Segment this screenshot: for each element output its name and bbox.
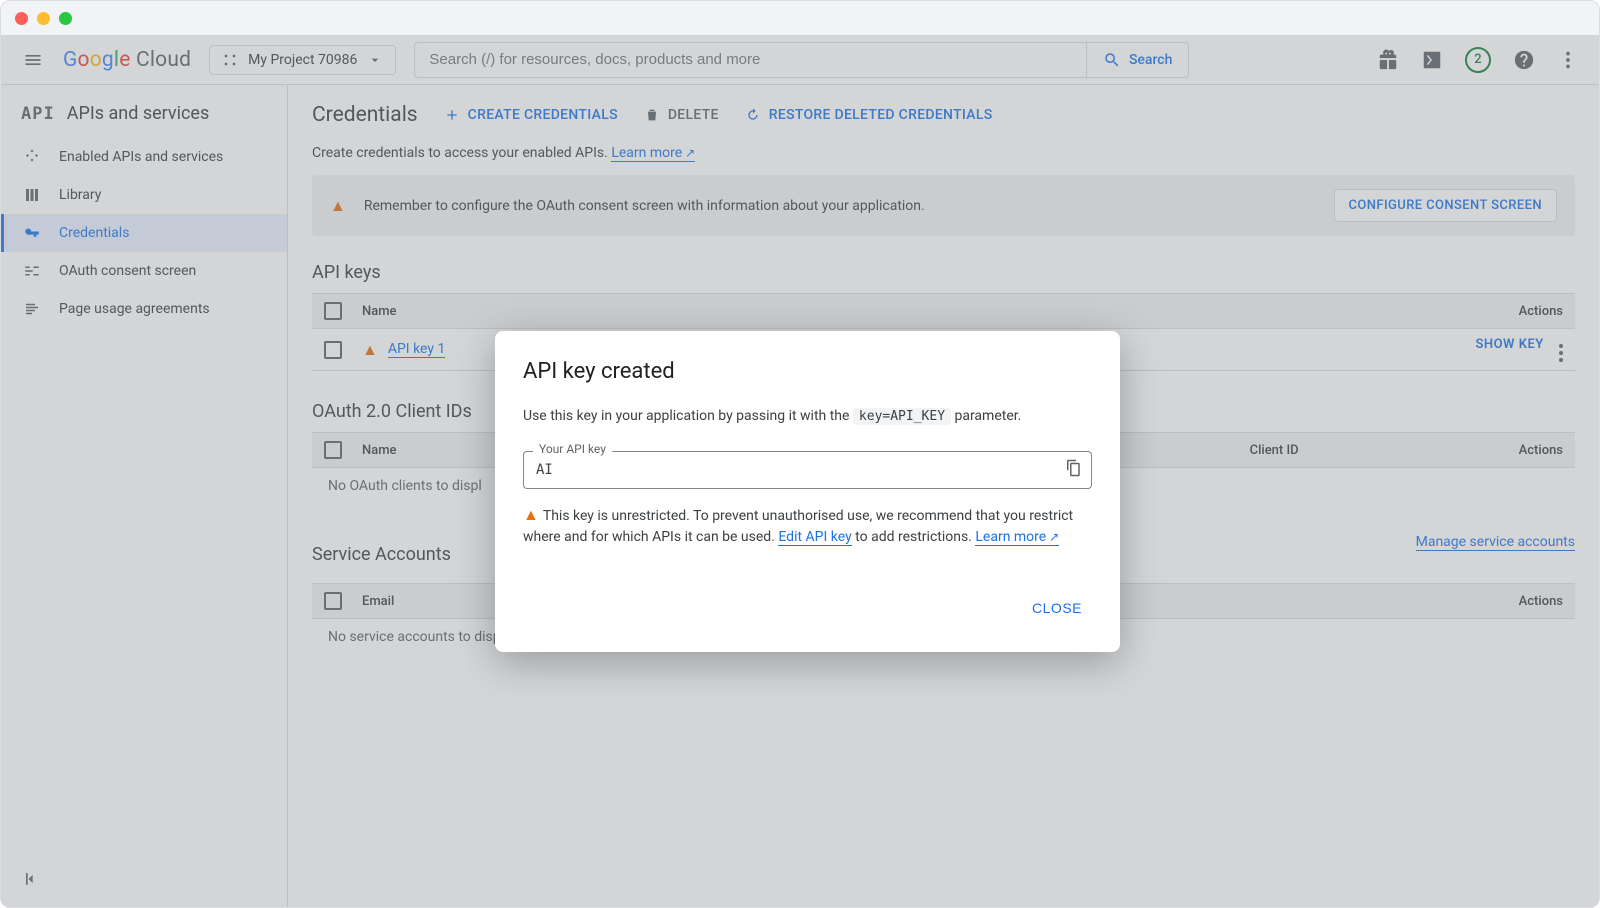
trash-icon: [644, 107, 660, 123]
manage-service-accounts-link[interactable]: Manage service accounts: [1416, 534, 1575, 551]
more-icon[interactable]: [1557, 49, 1579, 71]
row-actions-menu[interactable]: [1559, 344, 1563, 362]
copy-api-key-button[interactable]: [1064, 459, 1082, 481]
restore-icon: [745, 107, 761, 123]
sidebar-item-library[interactable]: Library: [1, 176, 287, 214]
create-credentials-button[interactable]: CREATE CREDENTIALS: [444, 107, 618, 123]
api-key-name-link[interactable]: API key 1: [388, 341, 446, 358]
warning-icon: ▲: [362, 340, 378, 360]
warning-icon: ▲: [330, 196, 346, 216]
warning-icon: ▲: [523, 505, 539, 524]
helper-text: Create credentials to access your enable…: [312, 145, 1575, 161]
window-min-dot[interactable]: [37, 12, 50, 25]
section-api-keys-title: API keys: [312, 262, 1575, 283]
chevron-left-icon: [21, 869, 41, 889]
learn-more-link[interactable]: Learn more: [975, 529, 1059, 546]
project-icon: [222, 52, 238, 68]
api-key-field[interactable]: AI: [523, 451, 1092, 489]
search-button[interactable]: Search: [1086, 43, 1188, 77]
page-title: Credentials: [312, 103, 418, 127]
restore-credentials-button[interactable]: RESTORE DELETED CREDENTIALS: [745, 107, 993, 123]
consent-banner: ▲ Remember to configure the OAuth consen…: [312, 175, 1575, 236]
search-icon: [1103, 51, 1121, 69]
dialog-warning: ▲This key is unrestricted. To prevent un…: [523, 503, 1092, 548]
copy-icon: [1064, 459, 1082, 477]
configure-consent-button[interactable]: CONFIGURE CONSENT SCREEN: [1334, 189, 1557, 222]
help-icon[interactable]: [1513, 49, 1535, 71]
project-selector[interactable]: My Project 70986: [209, 45, 396, 75]
close-dialog-button[interactable]: CLOSE: [1022, 592, 1092, 624]
section-service-title: Service Accounts: [312, 544, 451, 565]
show-key-button[interactable]: SHOW KEY: [1475, 337, 1543, 352]
dashboard-icon: [23, 148, 41, 166]
chevron-down-icon: [367, 52, 383, 68]
agreement-icon: [23, 300, 41, 318]
library-icon: [23, 186, 41, 204]
window-close-dot[interactable]: [15, 12, 28, 25]
sidebar-item-credentials[interactable]: Credentials: [1, 214, 287, 252]
row-checkbox[interactable]: [324, 341, 342, 359]
consent-icon: [23, 262, 41, 280]
learn-more-link[interactable]: Learn more: [611, 145, 695, 162]
api-key-created-dialog: API key created Use this key in your app…: [495, 331, 1120, 652]
nav-menu-button[interactable]: [21, 48, 45, 72]
api-keys-table-header: Name Actions: [312, 293, 1575, 328]
api-key-field-label: Your API key: [533, 442, 612, 456]
api-logo-icon: API: [21, 104, 55, 124]
hamburger-icon: [23, 50, 43, 70]
notifications-badge[interactable]: 2: [1465, 47, 1491, 73]
search-bar: Search: [414, 42, 1189, 78]
dialog-description: Use this key in your application by pass…: [523, 406, 1092, 427]
select-all-checkbox[interactable]: [324, 592, 342, 610]
sidebar-item-enabled-apis[interactable]: Enabled APIs and services: [1, 138, 287, 176]
gift-icon[interactable]: [1377, 49, 1399, 71]
search-input[interactable]: [415, 43, 1086, 77]
dialog-title: API key created: [523, 359, 1092, 384]
select-all-checkbox[interactable]: [324, 441, 342, 459]
cloud-shell-icon[interactable]: [1421, 49, 1443, 71]
key-icon: [23, 224, 41, 242]
window-max-dot[interactable]: [59, 12, 72, 25]
sidebar-item-page-usage[interactable]: Page usage agreements: [1, 290, 287, 328]
left-sidebar: API APIs and services Enabled APIs and s…: [1, 85, 288, 907]
sidebar-header: API APIs and services: [1, 93, 287, 138]
select-all-checkbox[interactable]: [324, 302, 342, 320]
google-cloud-logo[interactable]: Google Cloud: [63, 48, 191, 72]
plus-icon: [444, 107, 460, 123]
sidebar-item-oauth-consent[interactable]: OAuth consent screen: [1, 252, 287, 290]
collapse-sidebar-button[interactable]: [21, 869, 41, 893]
project-name: My Project 70986: [248, 52, 357, 68]
macos-titlebar: [1, 1, 1599, 35]
edit-api-key-link[interactable]: Edit API key: [778, 529, 851, 546]
delete-button[interactable]: DELETE: [644, 107, 719, 123]
top-bar: Google Cloud My Project 70986 Search 2: [1, 35, 1599, 85]
